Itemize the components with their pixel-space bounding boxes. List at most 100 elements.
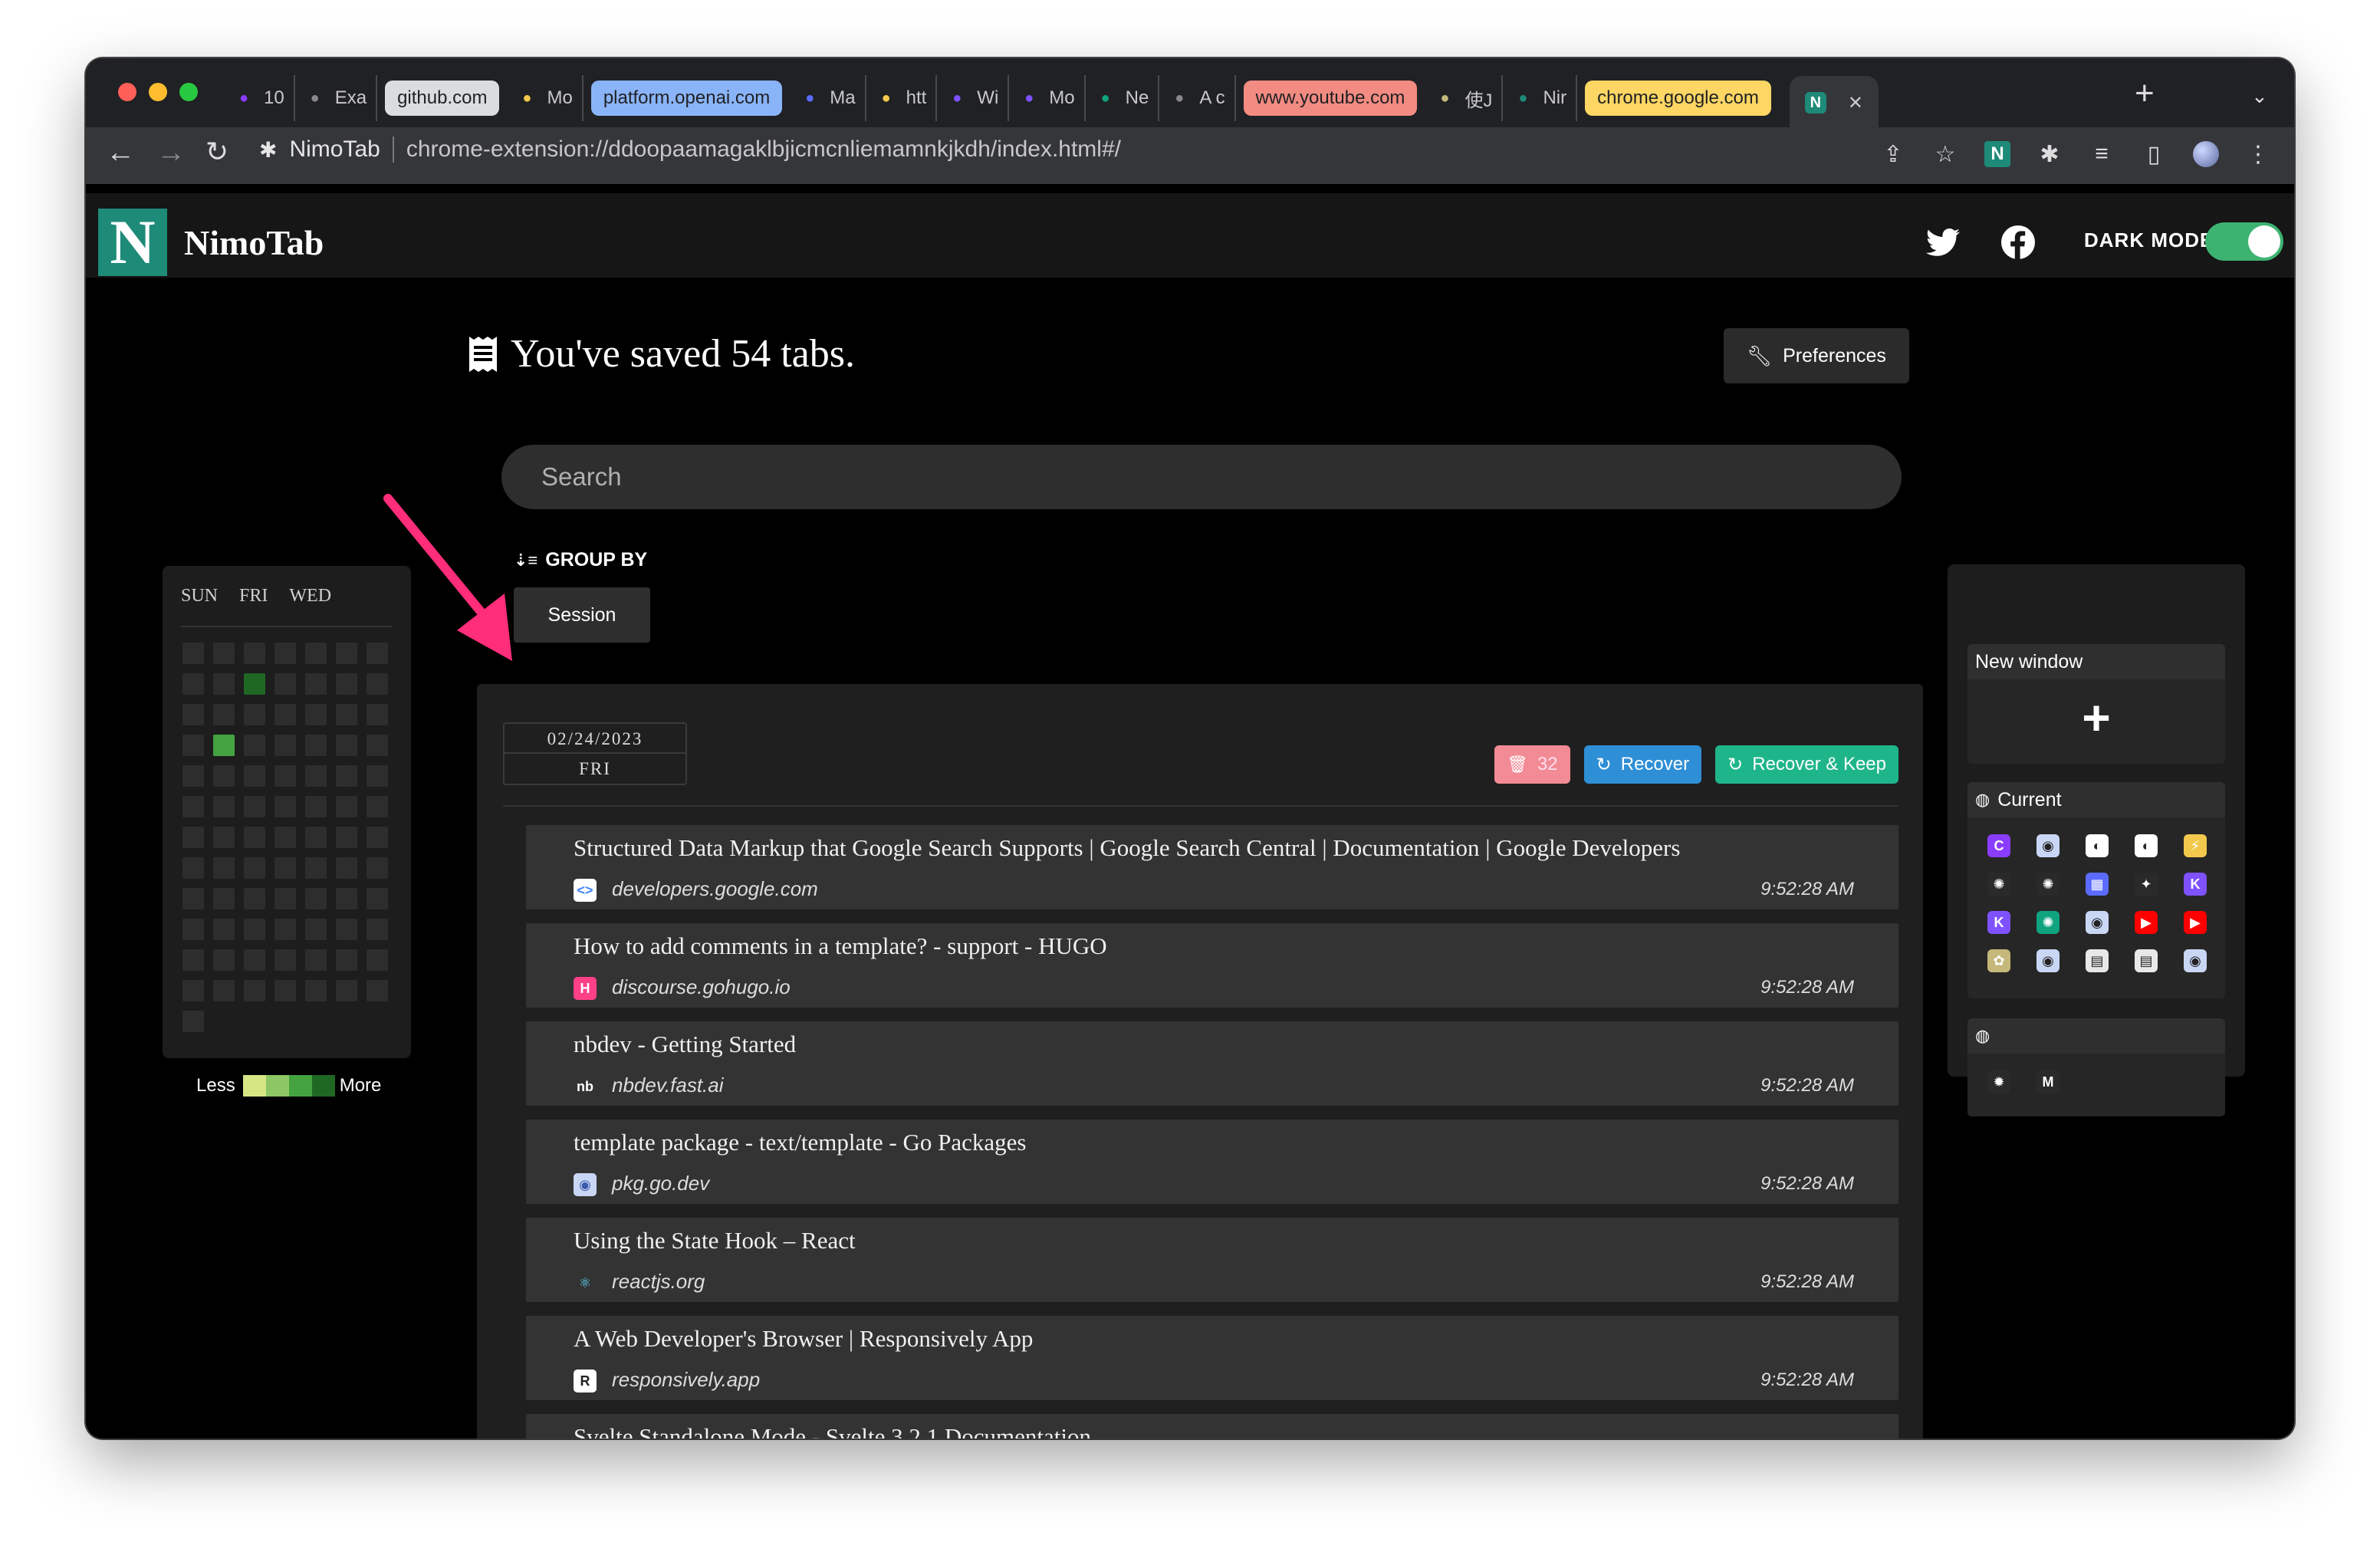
browser-tab-group[interactable]: github.com [385, 81, 500, 116]
group-by-select[interactable]: Session [514, 587, 650, 643]
browser-tab[interactable]: ● Mo [1009, 75, 1086, 121]
close-icon[interactable]: ✕ [1848, 92, 1863, 114]
dark-mode-toggle[interactable] [2205, 222, 2283, 261]
omnibox[interactable]: ✱ NimoTab chrome-extension://ddoopaamaga… [259, 136, 1121, 163]
github-icon[interactable]: ◐ [2086, 834, 2109, 857]
saved-tab-item[interactable]: How to add comments in a template? - sup… [526, 923, 1898, 1008]
saved-tab-title[interactable]: Structured Data Markup that Google Searc… [574, 834, 1680, 862]
browser-tab-group[interactable]: platform.openai.com [590, 81, 783, 116]
recover-button[interactable]: ↻ Recover [1583, 745, 1702, 784]
close-window-button[interactable] [118, 83, 136, 101]
saved-tab-item[interactable]: Structured Data Markup that Google Searc… [526, 825, 1898, 909]
forward-button[interactable]: → [156, 138, 186, 167]
reload-button[interactable]: ↻ [205, 138, 228, 166]
sidebar-icon[interactable]: ▯ [2141, 141, 2167, 167]
globe-icon[interactable]: ◉ [2184, 949, 2207, 972]
sort-icon: ⇣≡ [514, 550, 538, 570]
saved-tab-item[interactable]: Svelte Standalone Mode - Svelte 3.2.1 Do… [526, 1414, 1898, 1439]
saved-tab-title[interactable]: template package - text/template - Go Pa… [574, 1129, 1026, 1156]
active-browser-tab[interactable]: N ✕ [1789, 76, 1879, 130]
heatmap-cell [336, 919, 357, 940]
browser-tab[interactable]: ● Wi [937, 75, 1010, 121]
browser-tab[interactable]: ● A c [1159, 75, 1236, 121]
github-icon[interactable]: ◐ [2135, 834, 2158, 857]
kotlin-icon[interactable]: K [1987, 911, 2010, 934]
plus-icon[interactable]: + [1967, 679, 2225, 756]
saved-tab-title[interactable]: Svelte Standalone Mode - Svelte 3.2.1 Do… [574, 1423, 1091, 1439]
more-menu-icon[interactable]: ⋮ [2245, 141, 2271, 167]
new-window-box[interactable]: New window + [1967, 644, 2225, 764]
minimize-window-button[interactable] [149, 83, 167, 101]
saved-tab-item[interactable]: nbdev - Getting Started nb nbdev.fast.ai 9:… [526, 1021, 1898, 1106]
browser-tab[interactable]: ● 使J [1425, 75, 1504, 121]
delete-session-button[interactable]: 🗑︎ 32 [1494, 745, 1570, 784]
activity-heatmap: SUN FRI WED [163, 566, 411, 1058]
saved-tab-domain: reactjs.org [612, 1270, 705, 1293]
browser-tab-label: Exa [334, 87, 367, 108]
nimotab-extension-icon[interactable]: N [1984, 141, 2010, 167]
twitter-icon[interactable] [1925, 224, 1961, 261]
app-name: NimoTab [184, 223, 324, 262]
share-icon[interactable]: ⇪ [1880, 141, 1906, 167]
youtube-icon[interactable]: ▶ [2135, 911, 2158, 934]
profile-avatar[interactable] [2193, 141, 2219, 167]
saved-tab-time: 9:52:28 AM [1760, 1271, 1854, 1292]
star-icon[interactable]: ✦ [2135, 873, 2158, 896]
extensions-icon[interactable]: ✱ [2036, 141, 2063, 167]
bolt-icon[interactable]: ⚡ [2184, 834, 2207, 857]
bookmark-star-icon[interactable]: ☆ [1932, 141, 1958, 167]
heatmap-cell [274, 765, 296, 787]
search-input[interactable]: Search [501, 445, 1902, 509]
saved-tab-domain: nbdev.fast.ai [612, 1074, 724, 1097]
globe-icon[interactable]: ◉ [2036, 949, 2059, 972]
saved-tab-title[interactable]: nbdev - Getting Started [574, 1031, 796, 1058]
grid-app-icon[interactable]: ▦ [2086, 873, 2109, 896]
kotlin-icon[interactable]: K [2184, 873, 2207, 896]
heatmap-cell [274, 857, 296, 879]
back-button[interactable]: ← [106, 138, 135, 167]
new-tab-button[interactable]: + [2135, 77, 2155, 110]
heatmap-cell [305, 980, 327, 1001]
openai-icon[interactable]: ✺ [2036, 911, 2059, 934]
saved-tab-item[interactable]: A Web Developer's Browser | Responsively… [526, 1316, 1898, 1400]
heatmap-cell [182, 949, 204, 971]
youtube-icon[interactable]: ▶ [2184, 911, 2207, 934]
saved-tab-title[interactable]: Using the State Hook – React [574, 1227, 856, 1254]
browser-tab[interactable]: ● htt [866, 75, 938, 121]
current-window-header: ◍ Current [1967, 782, 2225, 817]
chevron-down-icon[interactable]: ⌄ [2251, 84, 2268, 108]
saved-tab-item[interactable]: template package - text/template - Go Pa… [526, 1120, 1898, 1204]
saved-tab-title[interactable]: A Web Developer's Browser | Responsively… [574, 1325, 1033, 1353]
gear-burst-icon[interactable]: ✹ [1987, 1070, 2010, 1093]
globe-icon[interactable]: ◉ [2086, 911, 2109, 934]
heatmap-cell [244, 673, 265, 695]
heatmap-cell [213, 949, 235, 971]
url-text[interactable]: chrome-extension://ddoopaamagaklbjicmcnl… [406, 136, 1121, 163]
browser-tab[interactable]: ● Nir [1503, 75, 1578, 121]
browser-tab[interactable]: ● Ne [1086, 75, 1160, 121]
browser-tab[interactable]: ● Ma [790, 75, 866, 121]
openai-icon[interactable]: ✺ [1987, 873, 2010, 896]
flower-icon[interactable]: ✿ [1987, 949, 2010, 972]
browser-tab[interactable]: ● Exa [295, 75, 378, 121]
recover-keep-button[interactable]: ↻ Recover & Keep [1715, 745, 1898, 784]
heatmap-cell [367, 796, 388, 817]
saved-tab-title[interactable]: How to add comments in a template? - sup… [574, 932, 1107, 960]
browser-tab-group[interactable]: chrome.google.com [1585, 81, 1771, 116]
heatmap-cell [244, 980, 265, 1001]
globe-icon[interactable]: ◉ [2036, 834, 2059, 857]
saved-tab-item[interactable]: Using the State Hook – React ⚛ reactjs.org… [526, 1218, 1898, 1302]
openai-icon[interactable]: ✺ [2036, 873, 2059, 896]
webstore-icon[interactable]: ▤ [2135, 949, 2158, 972]
browser-tab[interactable]: ● Mo [507, 75, 583, 121]
browser-tab[interactable]: ● 10 [224, 75, 295, 121]
sparkle-icon[interactable]: C [1987, 834, 2010, 857]
preferences-button[interactable]: 🔧︎ Preferences [1724, 328, 1909, 383]
facebook-icon[interactable] [2000, 224, 2036, 261]
heatmap-cell [274, 888, 296, 909]
webstore-icon[interactable]: ▤ [2086, 949, 2109, 972]
gmail-icon[interactable]: M [2036, 1070, 2059, 1093]
zoom-window-button[interactable] [179, 83, 198, 101]
media-queue-icon[interactable]: ≡ [2089, 141, 2115, 167]
browser-tab-group[interactable]: www.youtube.com [1243, 81, 1418, 116]
